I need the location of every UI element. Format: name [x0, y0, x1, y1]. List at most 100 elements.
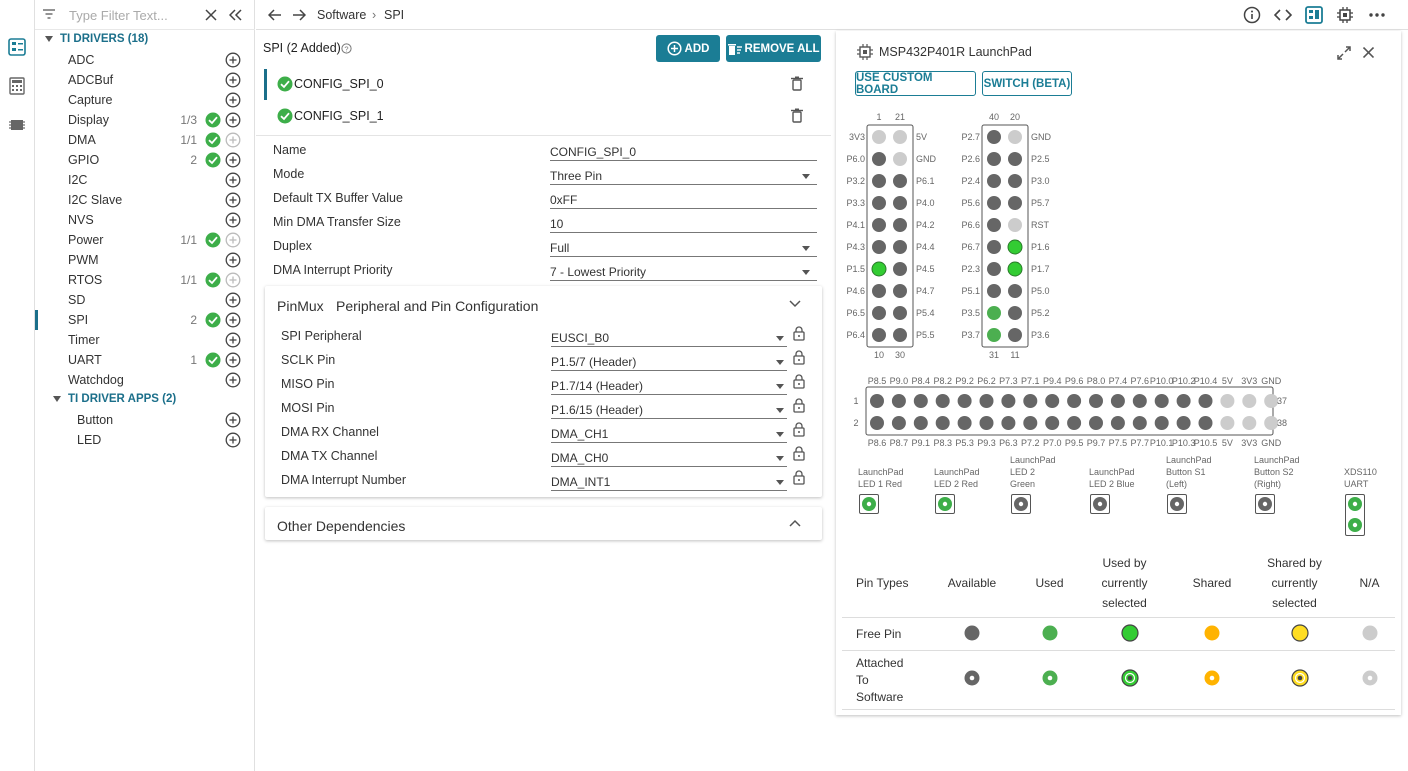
pin-p3-5[interactable] — [987, 306, 1001, 320]
pin-3v3[interactable] — [872, 130, 886, 144]
pin-p1-5[interactable] — [871, 261, 887, 277]
add-circle-icon[interactable] — [225, 232, 241, 248]
pin-p9-2[interactable] — [957, 394, 972, 408]
tree-item-led[interactable]: LED — [35, 430, 254, 450]
trash-icon[interactable] — [791, 76, 803, 91]
pin-rst[interactable] — [1008, 218, 1022, 232]
pin-p4-3[interactable] — [872, 240, 886, 254]
forward-arrow-icon[interactable] — [292, 9, 306, 21]
dropdown-arrow-icon[interactable] — [776, 360, 784, 365]
tree-item-adcbuf[interactable]: ADCBuf — [35, 70, 254, 90]
lock-icon[interactable] — [793, 446, 805, 461]
pin-p7-0[interactable] — [1045, 416, 1060, 430]
pin-p10-4[interactable] — [1198, 394, 1213, 408]
pin-p7-4[interactable] — [1110, 394, 1125, 408]
calculator-icon[interactable] — [8, 77, 26, 95]
select-duplex[interactable]: Full — [550, 240, 817, 257]
pin-p6-0[interactable] — [872, 152, 886, 166]
tree-item-spi[interactable]: SPI 2 — [35, 310, 254, 330]
info-icon[interactable] — [1243, 6, 1261, 24]
pin-p9-5[interactable] — [1067, 416, 1082, 430]
expand-icon[interactable] — [1337, 46, 1351, 60]
pin-p3-6[interactable] — [1008, 328, 1022, 342]
pin-p5-4[interactable] — [893, 306, 907, 320]
config-view-icon[interactable] — [1305, 6, 1323, 24]
device-view-icon[interactable] — [1336, 6, 1354, 24]
select-miso-pin[interactable]: P1.7/14 (Header) — [551, 378, 787, 395]
tree-item-gpio[interactable]: GPIO 2 — [35, 150, 254, 170]
pin-p7-3[interactable] — [1001, 394, 1016, 408]
pin-p7-6[interactable] — [1132, 394, 1147, 408]
led-launchpad-led-2-blue-pin[interactable] — [1090, 494, 1110, 514]
pin-p6-3[interactable] — [1001, 416, 1016, 430]
tree-item-display[interactable]: Display 1/3 — [35, 110, 254, 130]
pin-p9-4[interactable] — [1045, 394, 1060, 408]
instance-row-spi-0[interactable]: CONFIG_SPI_0 — [264, 69, 824, 100]
close-icon[interactable] — [1363, 47, 1374, 58]
pin-5v[interactable] — [1220, 394, 1235, 408]
tree-item-rtos[interactable]: RTOS 1/1 — [35, 270, 254, 290]
pin-p9-3[interactable] — [979, 416, 994, 430]
pin-p5-7[interactable] — [1008, 196, 1022, 210]
tree-item-i2c-slave[interactable]: I2C Slave — [35, 190, 254, 210]
lock-icon[interactable] — [793, 470, 805, 485]
input-min-dma-transfer-size[interactable]: 10 — [550, 216, 817, 233]
pin-p6-1[interactable] — [893, 174, 907, 188]
help-icon[interactable]: ? — [341, 43, 352, 54]
select-dma-interrupt-number[interactable]: DMA_INT1 — [551, 474, 787, 491]
dropdown-arrow-icon[interactable] — [802, 270, 810, 275]
led-launchpad-led-1-red-pin[interactable] — [859, 494, 879, 514]
switch-beta-button[interactable]: SWITCH (BETA) — [982, 71, 1072, 96]
tree-item-dma[interactable]: DMA 1/1 — [35, 130, 254, 150]
caret-down-icon[interactable] — [45, 36, 53, 42]
select-mosi-pin[interactable]: P1.6/15 (Header) — [551, 402, 787, 419]
pin-p10-2[interactable] — [1176, 394, 1191, 408]
pin-p6-7[interactable] — [987, 240, 1001, 254]
led-xds110-uart-pin[interactable] — [1345, 494, 1365, 536]
chip-icon[interactable] — [8, 116, 26, 134]
pin-p4-2[interactable] — [893, 218, 907, 232]
pin-p7-5[interactable] — [1110, 416, 1125, 430]
dropdown-arrow-icon[interactable] — [776, 456, 784, 461]
pin-p4-7[interactable] — [893, 284, 907, 298]
dropdown-arrow-icon[interactable] — [776, 432, 784, 437]
pin-p2-7[interactable] — [987, 130, 1001, 144]
other-dependencies-card[interactable]: Other Dependencies — [265, 507, 822, 540]
pin-gnd[interactable] — [893, 152, 907, 166]
pin-p9-7[interactable] — [1089, 416, 1103, 430]
select-dma-tx-channel[interactable]: DMA_CH0 — [551, 450, 787, 467]
more-options-icon[interactable] — [1369, 13, 1385, 17]
add-circle-icon[interactable] — [225, 172, 241, 188]
pin-p8-3[interactable] — [935, 416, 950, 430]
dropdown-arrow-icon[interactable] — [776, 384, 784, 389]
add-circle-icon[interactable] — [225, 432, 241, 448]
tree-group-header[interactable]: TI DRIVERS (18) — [35, 30, 254, 50]
tree-item-i2c[interactable]: I2C — [35, 170, 254, 190]
lock-icon[interactable] — [793, 350, 805, 365]
pin-p9-1[interactable] — [913, 416, 928, 430]
pin-p4-6[interactable] — [872, 284, 886, 298]
tree-item-adc[interactable]: ADC — [35, 50, 254, 70]
pin-p8-6[interactable] — [870, 416, 884, 430]
add-circle-icon[interactable] — [225, 372, 241, 388]
tree-item-uart[interactable]: UART 1 — [35, 350, 254, 370]
pin-p9-6[interactable] — [1067, 394, 1082, 408]
pin-p8-0[interactable] — [1089, 394, 1103, 408]
add-circle-icon[interactable] — [225, 192, 241, 208]
dropdown-arrow-icon[interactable] — [776, 408, 784, 413]
pin-p4-4[interactable] — [893, 240, 907, 254]
breadcrumb-spi[interactable]: SPI — [384, 8, 404, 22]
back-arrow-icon[interactable] — [268, 9, 282, 21]
outline-icon[interactable] — [8, 38, 26, 56]
tree-group-header[interactable]: TI DRIVER APPS (2) — [35, 390, 254, 410]
pin-p1-6[interactable] — [1007, 239, 1023, 255]
select-spi-peripheral[interactable]: EUSCI_B0 — [551, 330, 787, 347]
pin-p2-5[interactable] — [1008, 152, 1022, 166]
pin-p2-6[interactable] — [987, 152, 1001, 166]
pin-p4-1[interactable] — [872, 218, 886, 232]
tree-item-watchdog[interactable]: Watchdog — [35, 370, 254, 390]
add-circle-icon[interactable] — [225, 312, 241, 328]
pin-p5-6[interactable] — [987, 196, 1001, 210]
add-circle-icon[interactable] — [225, 412, 241, 428]
pin-p5-1[interactable] — [987, 284, 1001, 298]
